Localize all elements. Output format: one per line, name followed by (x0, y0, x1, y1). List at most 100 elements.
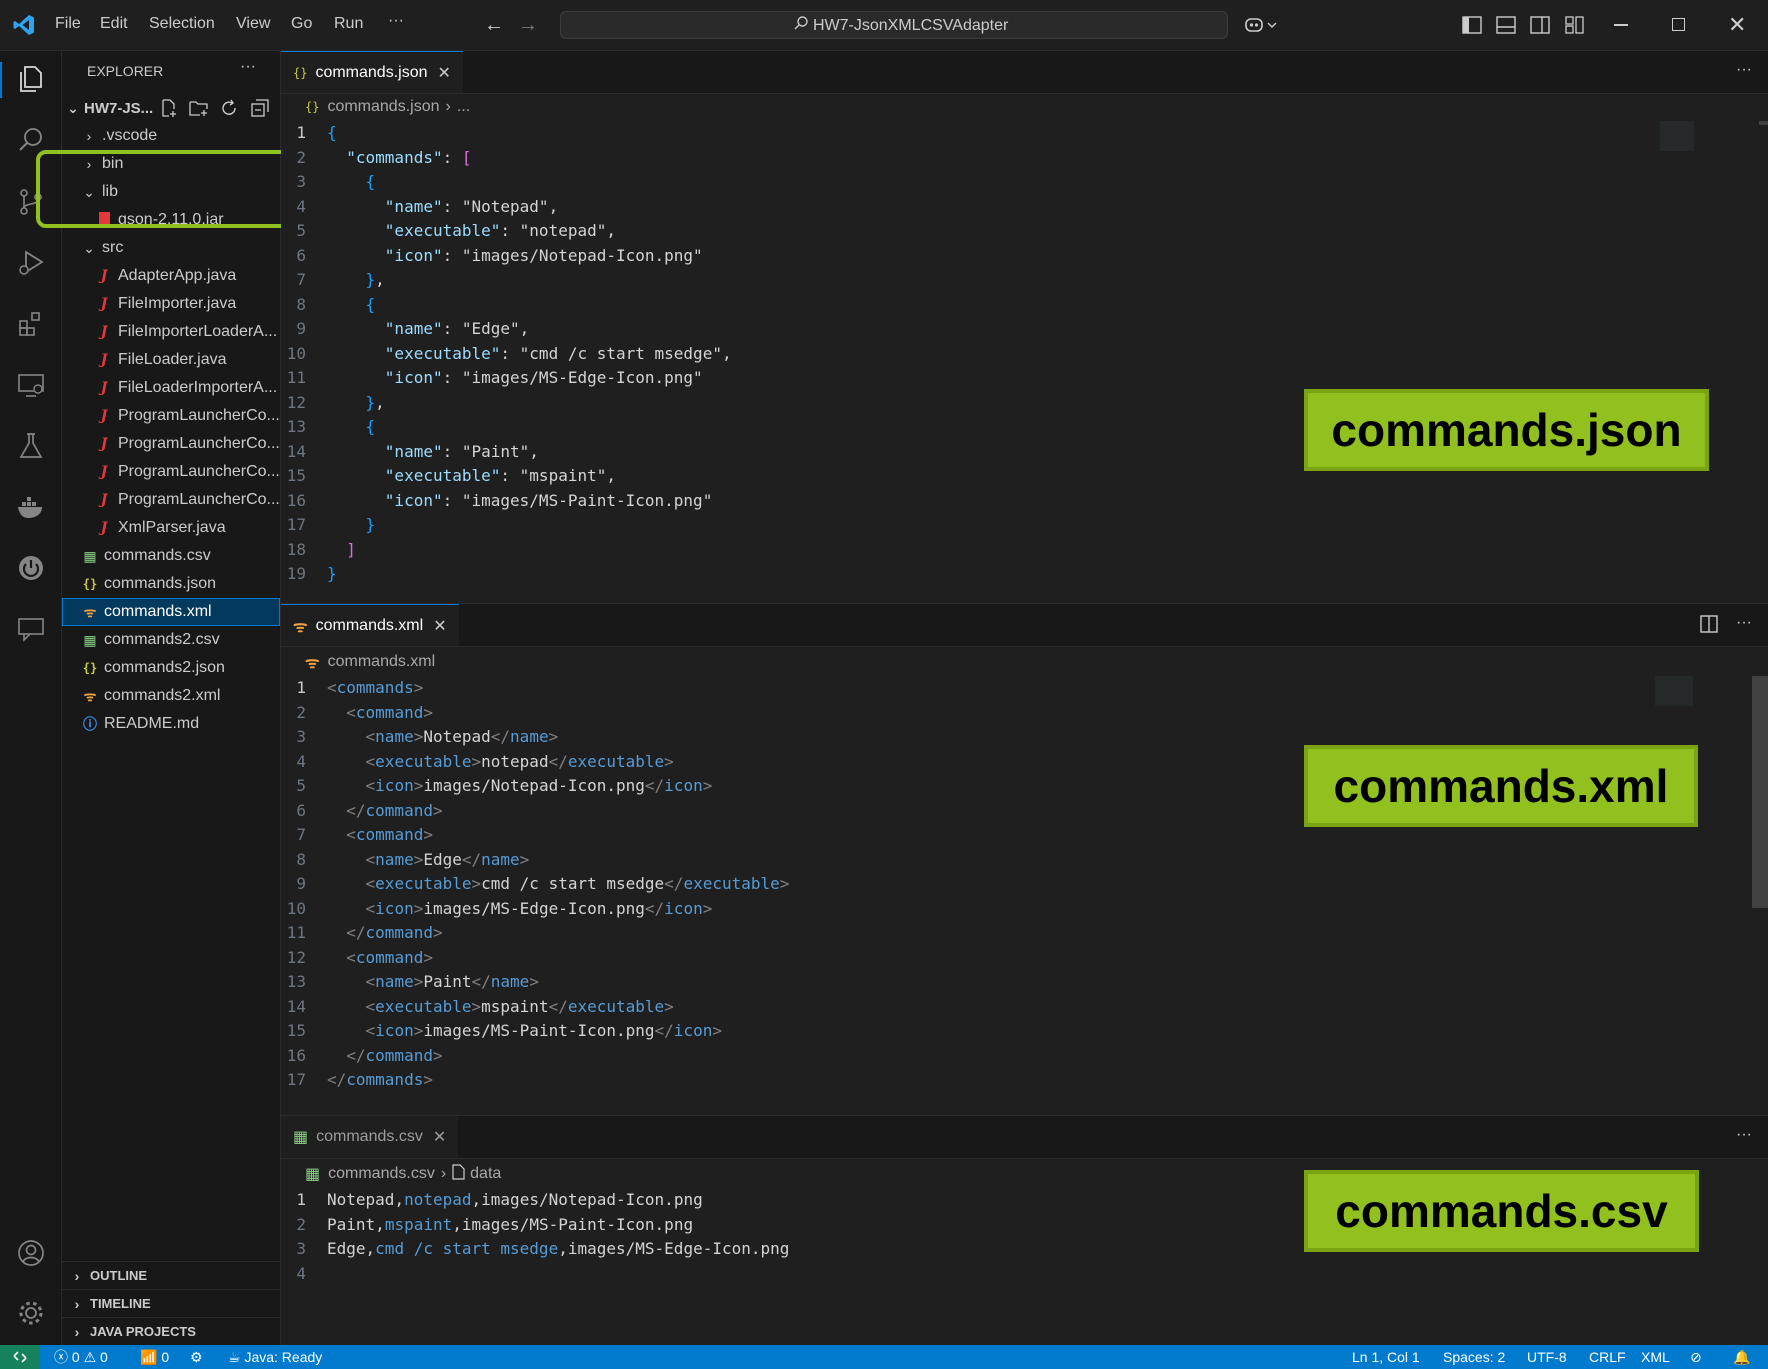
close-tab-icon[interactable]: ✕ (433, 616, 446, 636)
close-tab-icon[interactable]: ✕ (433, 1127, 446, 1147)
code-line[interactable]: 8 <name>Edge</name> (286, 848, 1586, 873)
refresh-icon[interactable] (220, 99, 238, 121)
tree-file-csv[interactable]: ▦ commands2.csv (62, 626, 280, 654)
code-line[interactable]: 2 "commands": [ (286, 146, 1586, 171)
run-debug-icon[interactable] (14, 246, 48, 280)
menu-view[interactable]: View (236, 15, 270, 33)
code-line[interactable]: 1{ (286, 121, 1586, 146)
tree-file-xml-selected[interactable]: ᯤ commands.xml (62, 598, 280, 626)
tree-file-java[interactable]: J ProgramLauncherCo... (62, 486, 280, 514)
breadcrumb-item[interactable]: ... (457, 98, 470, 116)
minimap[interactable] (1660, 121, 1694, 151)
code-line[interactable]: 4 (286, 1262, 1586, 1287)
code-line[interactable]: 17 } (286, 513, 1586, 538)
split-editor-icon[interactable] (1700, 615, 1718, 637)
tree-file-java[interactable]: J FileImporter.java (62, 290, 280, 318)
code-line[interactable]: 3 { (286, 170, 1586, 195)
copilot-status-icon[interactable]: ⊘ (1690, 1345, 1702, 1369)
customize-layout-icon[interactable] (1565, 16, 1585, 38)
tree-file-java[interactable]: J ProgramLauncherCo... (62, 430, 280, 458)
toggle-secondary-sidebar-icon[interactable] (1530, 16, 1550, 38)
menu-go[interactable]: Go (291, 15, 312, 33)
section-outline[interactable]: › OUTLINE (62, 1261, 280, 1289)
tab-commands-xml[interactable]: ᯤ commands.xml ✕ (281, 604, 459, 646)
minimize-icon[interactable] (1614, 24, 1628, 26)
tree-file-readme[interactable]: ⓘ README.md (62, 710, 280, 738)
code-line[interactable]: 10 <icon>images/MS-Edge-Icon.png</icon> (286, 897, 1586, 922)
encoding[interactable]: UTF-8 (1527, 1345, 1567, 1369)
code-line[interactable]: 11 "icon": "images/MS-Edge-Icon.png" (286, 366, 1586, 391)
explorer-more-button[interactable]: ··· (240, 58, 256, 76)
toggle-primary-sidebar-icon[interactable] (1462, 16, 1482, 38)
accounts-icon[interactable] (14, 1236, 48, 1270)
tree-file-java[interactable]: J FileLoader.java (62, 346, 280, 374)
code-line[interactable]: 16 "icon": "images/MS-Paint-Icon.png" (286, 489, 1586, 514)
line-ending[interactable]: CRLF (1589, 1345, 1626, 1369)
language-mode[interactable]: XML (1641, 1345, 1670, 1369)
tree-file-csv[interactable]: ▦ commands.csv (62, 542, 280, 570)
section-java-projects[interactable]: › JAVA PROJECTS (62, 1317, 280, 1345)
code-line[interactable]: 18 ] (286, 538, 1586, 563)
notifications-bell-icon[interactable]: 🔔 (1733, 1345, 1750, 1369)
back-arrow-icon[interactable]: ← (484, 14, 504, 37)
manage-gear-icon[interactable] (14, 1296, 48, 1330)
breadcrumb-file[interactable]: commands.xml (328, 653, 436, 671)
new-file-icon[interactable] (160, 99, 178, 121)
code-line[interactable]: 2 <command> (286, 701, 1586, 726)
tree-file-java[interactable]: J FileLoaderImporterA... (62, 374, 280, 402)
cursor-position[interactable]: Ln 1, Col 1 (1352, 1345, 1420, 1369)
forward-arrow-icon[interactable]: → (518, 14, 538, 37)
explorer-icon[interactable] (14, 62, 48, 96)
breadcrumb-file[interactable]: commands.csv (328, 1165, 435, 1183)
section-timeline[interactable]: › TIMELINE (62, 1289, 280, 1317)
code-line[interactable]: 19} (286, 562, 1586, 587)
tree-folder-vscode[interactable]: › .vscode (62, 122, 280, 150)
spring-boot-icon[interactable] (14, 551, 48, 585)
editor-more-button[interactable]: ··· (1736, 61, 1752, 79)
menu-selection[interactable]: Selection (149, 15, 215, 33)
code-line[interactable]: 12 <command> (286, 946, 1586, 971)
tree-file-xml[interactable]: ᯤ commands2.xml (62, 682, 280, 710)
tree-file-json[interactable]: {} commands.json (62, 570, 280, 598)
code-line[interactable]: 4 "name": "Notepad", (286, 195, 1586, 220)
tree-file-json[interactable]: {} commands2.json (62, 654, 280, 682)
code-line[interactable]: 9 <executable>cmd /c start msedge</execu… (286, 872, 1586, 897)
new-folder-icon[interactable] (189, 99, 209, 121)
code-editor-xml[interactable]: 1 <commands> 2 <command> 3 <name>Notepad</n… (286, 676, 1586, 1093)
java-status[interactable]: ☕ Java: Ready (228, 1345, 322, 1369)
scrollbar[interactable] (1759, 121, 1768, 125)
code-line[interactable]: 15 <icon>images/MS-Paint-Icon.png</icon> (286, 1019, 1586, 1044)
code-line[interactable]: 5 "executable": "notepad", (286, 219, 1586, 244)
tree-file-java[interactable]: J ProgramLauncherCo... (62, 458, 280, 486)
code-line[interactable]: 14 <executable>mspaint</executable> (286, 995, 1586, 1020)
testing-icon[interactable] (14, 429, 48, 463)
breadcrumb-item[interactable]: data (470, 1165, 501, 1183)
maximize-icon[interactable] (1672, 18, 1685, 31)
extensions-icon[interactable] (14, 307, 48, 341)
code-line[interactable]: 9 "name": "Edge", (286, 317, 1586, 342)
problems-indicator[interactable]: ⓧ 0 ⚠ 0 (54, 1345, 108, 1369)
tree-folder-src[interactable]: ⌄ src (62, 234, 280, 262)
code-line[interactable]: 13 <name>Paint</name> (286, 970, 1586, 995)
code-line[interactable]: 8 { (286, 293, 1586, 318)
code-line[interactable]: 6 "icon": "images/Notepad-Icon.png" (286, 244, 1586, 269)
tree-file-java[interactable]: J ProgramLauncherCo... (62, 402, 280, 430)
ports-indicator[interactable]: 📶 0 (140, 1345, 169, 1369)
minimap[interactable] (1655, 676, 1693, 706)
toggle-panel-icon[interactable] (1496, 16, 1516, 38)
docker-icon[interactable] (14, 490, 48, 524)
tree-file-java[interactable]: J XmlParser.java (62, 514, 280, 542)
chat-icon[interactable] (14, 612, 48, 646)
tree-file-java[interactable]: J AdapterApp.java (62, 262, 280, 290)
menu-run[interactable]: Run (334, 15, 363, 33)
close-tab-icon[interactable]: ✕ (438, 63, 451, 83)
indentation[interactable]: Spaces: 2 (1443, 1345, 1505, 1369)
code-line[interactable]: 10 "executable": "cmd /c start msedge", (286, 342, 1586, 367)
remote-explorer-icon[interactable] (14, 368, 48, 402)
debug-launch-icon[interactable]: ⚙ (190, 1345, 203, 1369)
remote-indicator-icon[interactable] (0, 1345, 40, 1369)
tab-commands-csv[interactable]: ▦ commands.csv ✕ (281, 1116, 459, 1158)
code-line[interactable]: 1 <commands> (286, 676, 1586, 701)
tab-commands-json[interactable]: {} commands.json ✕ (281, 51, 463, 93)
code-line[interactable]: 11 </command> (286, 921, 1586, 946)
